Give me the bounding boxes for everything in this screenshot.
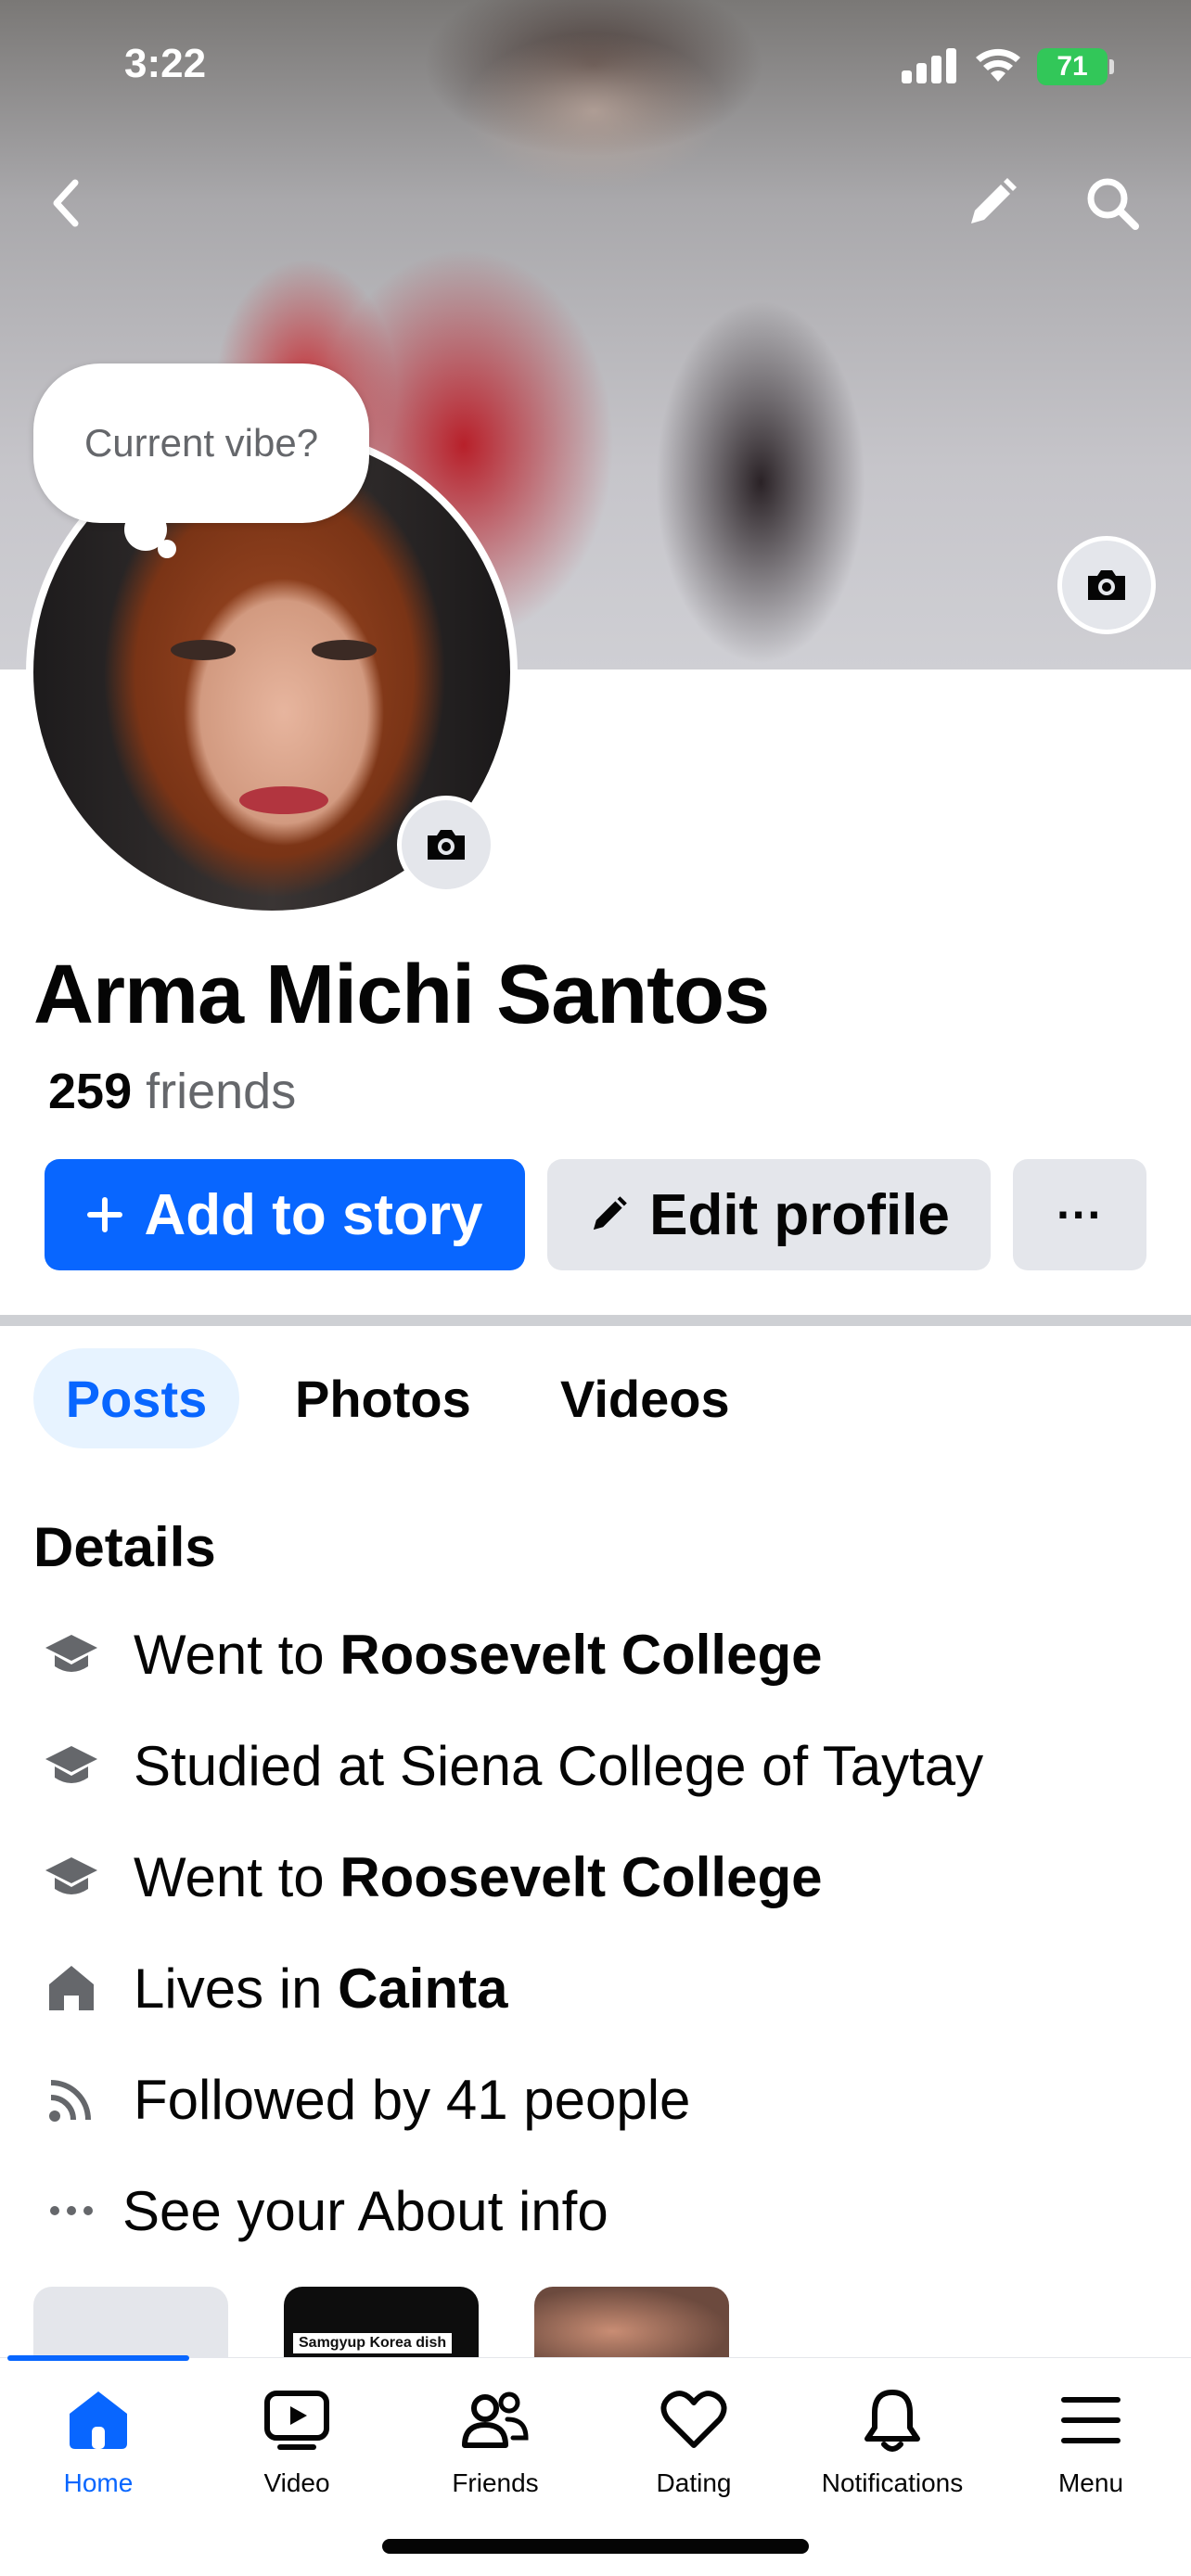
nav-label: Video — [263, 2468, 330, 2497]
change-cover-button[interactable] — [1057, 536, 1156, 634]
details-heading: Details — [33, 1516, 216, 1578]
add-to-story-label: Add to story — [144, 1182, 483, 1247]
graduation-cap-icon — [39, 1622, 104, 1687]
search-icon — [1087, 178, 1139, 230]
friends-count[interactable]: 259 friends — [48, 1063, 296, 1120]
bell-icon — [855, 2383, 929, 2457]
pencil-icon — [971, 178, 1017, 223]
friends-number: 259 — [48, 1064, 133, 1119]
detail-prefix: Went to — [134, 1845, 340, 1908]
home-icon — [61, 2383, 135, 2457]
detail-education[interactable]: Went to Roosevelt College — [0, 1617, 1191, 1691]
detail-followers[interactable]: Followed by 41 people — [0, 2062, 1191, 2136]
nav-video[interactable]: Video — [204, 2383, 390, 2498]
featured-thumbnail[interactable] — [534, 2287, 729, 2361]
back-button[interactable] — [33, 171, 98, 236]
nav-home[interactable]: Home — [6, 2383, 191, 2498]
friends-icon — [458, 2383, 532, 2457]
pencil-icon — [588, 1194, 629, 1235]
battery-level: 71 — [1057, 51, 1088, 82]
nav-label: Menu — [1057, 2468, 1124, 2497]
detail-bold[interactable]: Cainta — [338, 1958, 507, 2020]
cellular-signal-icon — [902, 46, 957, 83]
nav-notifications[interactable]: Notifications — [800, 2383, 985, 2498]
current-vibe-bubble[interactable]: Current vibe? — [33, 363, 369, 523]
detail-prefix: Went to — [134, 1623, 340, 1686]
detail-education[interactable]: Went to Roosevelt College — [0, 1840, 1191, 1914]
edit-cover-button[interactable] — [959, 171, 1024, 236]
avatar-lips — [239, 786, 328, 814]
detail-prefix: Studied at Siena College of Taytay — [134, 1734, 984, 1797]
battery-icon: 71 — [1037, 48, 1108, 85]
avatar-eye — [171, 640, 236, 660]
friends-label: friends — [146, 1064, 297, 1119]
plus-icon — [86, 1196, 123, 1233]
change-profile-picture-button[interactable] — [397, 796, 495, 894]
nav-dating[interactable]: Dating — [601, 2383, 787, 2498]
detail-text: See your About info — [122, 2179, 608, 2243]
home-icon — [39, 1956, 104, 2021]
see-about-info[interactable]: See your About info — [0, 2174, 1191, 2248]
detail-text: Followed by 41 people — [134, 2068, 690, 2132]
edit-profile-label: Edit profile — [649, 1182, 950, 1247]
search-button[interactable] — [1080, 171, 1145, 236]
detail-bold[interactable]: Roosevelt College — [339, 1846, 822, 1908]
tab-posts[interactable]: Posts — [33, 1348, 239, 1448]
battery-cap — [1109, 59, 1114, 74]
nav-label: Notifications — [821, 2468, 964, 2497]
heart-icon — [657, 2383, 731, 2457]
camera-icon — [1088, 570, 1125, 600]
graduation-cap-icon — [39, 1844, 104, 1909]
nav-label: Dating — [656, 2468, 732, 2497]
nav-label: Home — [63, 2468, 134, 2497]
tab-videos[interactable]: Videos — [560, 1348, 730, 1448]
tab-photos[interactable]: Photos — [295, 1348, 471, 1448]
detail-prefix: Lives in — [134, 1957, 339, 2020]
detail-bold[interactable]: Roosevelt College — [339, 1624, 822, 1686]
detail-lives-in[interactable]: Lives in Cainta — [0, 1951, 1191, 2025]
back-icon — [53, 179, 79, 227]
add-to-story-button[interactable]: Add to story — [45, 1159, 525, 1270]
vibe-text: Current vibe? — [83, 421, 319, 465]
nav-menu[interactable]: Menu — [998, 2383, 1184, 2498]
menu-icon — [1054, 2383, 1128, 2457]
edit-profile-button[interactable]: Edit profile — [547, 1159, 991, 1270]
detail-education[interactable]: Studied at Siena College of Taytay — [0, 1728, 1191, 1803]
wifi-icon — [976, 48, 1020, 82]
featured-thumbnail[interactable] — [33, 2287, 228, 2361]
status-time: 3:22 — [124, 41, 207, 86]
thumbnail-caption: Samgyup Korea dish — [293, 2333, 453, 2353]
graduation-cap-icon — [39, 1733, 104, 1798]
detail-text: Went to Roosevelt College — [134, 1623, 822, 1687]
profile-name: Arma Michi Santos — [33, 949, 770, 1041]
nav-friends[interactable]: Friends — [403, 2383, 588, 2498]
more-dots-icon — [39, 2178, 104, 2243]
detail-prefix: See your About info — [122, 2179, 608, 2242]
detail-prefix: Followed by 41 people — [134, 2068, 691, 2131]
more-options-button[interactable]: ··· — [1013, 1159, 1146, 1270]
more-options-label: ··· — [1057, 1189, 1103, 1241]
avatar-eye — [312, 640, 377, 660]
section-divider — [0, 1315, 1191, 1326]
detail-text: Studied at Siena College of Taytay — [134, 1734, 983, 1798]
featured-thumbnail[interactable]: Samgyup Korea dish — [284, 2287, 479, 2361]
vibe-bubble-tail — [158, 540, 176, 558]
rss-icon — [39, 2067, 104, 2132]
nav-label: Friends — [452, 2468, 539, 2497]
video-icon — [260, 2383, 334, 2457]
home-indicator — [382, 2539, 809, 2554]
camera-icon — [428, 830, 465, 860]
active-tab-indicator — [7, 2355, 189, 2361]
detail-text: Lives in Cainta — [134, 1957, 507, 2021]
detail-text: Went to Roosevelt College — [134, 1845, 822, 1909]
